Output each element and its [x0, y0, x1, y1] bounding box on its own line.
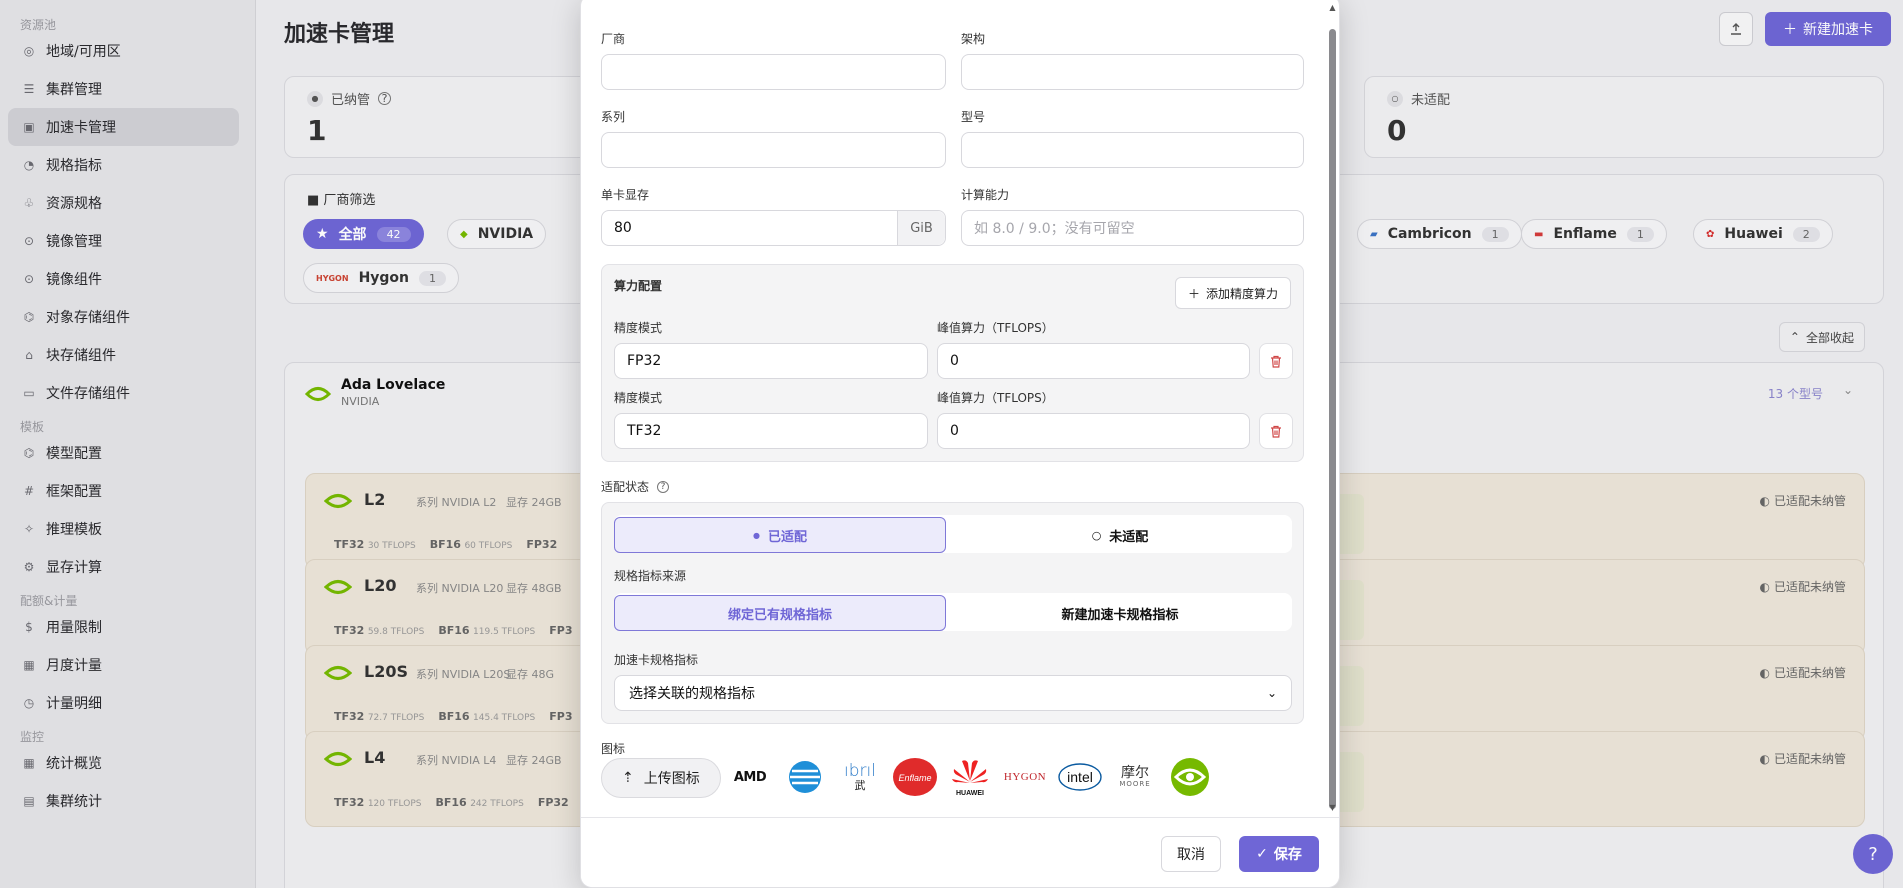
create-new-label: 新建加速卡规格指标 [1061, 607, 1179, 623]
peak-power-input[interactable]: 0 [937, 343, 1250, 379]
adapt-status-toggle: ● 已适配 ○ 未适配 [614, 515, 1292, 553]
adapted-option[interactable]: ● 已适配 [614, 517, 946, 553]
svg-text:Enflame: Enflame [898, 773, 931, 783]
peak-power-input[interactable]: 0 [937, 413, 1250, 449]
add-precision-button[interactable]: ＋ 添加精度算力 [1174, 277, 1291, 309]
amd-logo-option[interactable]: AMD [725, 756, 775, 798]
add-precision-label: 添加精度算力 [1205, 286, 1278, 301]
moore-logo-icon: 摩尔 [1121, 764, 1149, 781]
upload-label: 上传图标 [643, 771, 700, 787]
amd-logo-icon: AMD [733, 769, 767, 785]
memory-unit: GiB [897, 211, 945, 245]
precision-mode-value: FP32 [627, 353, 662, 369]
peak-power-value: 0 [950, 423, 959, 439]
precision-mode-label: 精度模式 [614, 321, 663, 335]
huawei-logo-icon: HUAWEI [952, 760, 988, 797]
spec-source-toggle: 绑定已有规格指标 新建加速卡规格指标 [614, 593, 1292, 631]
bind-existing-option[interactable]: 绑定已有规格指标 [614, 595, 946, 631]
compute-input[interactable]: 如 8.0 / 9.0；没有可留空 [961, 210, 1304, 246]
icon-label: 图标 [601, 742, 626, 756]
scroll-thumb[interactable] [1329, 29, 1336, 809]
model-label: 型号 [961, 110, 986, 124]
unadapted-label: 未适配 [1109, 529, 1149, 545]
help-circle-icon[interactable]: ? [657, 480, 670, 493]
svg-text:HUAWEI: HUAWEI [956, 790, 984, 797]
iluvatar-logo-icon: ıbrıl [844, 761, 876, 781]
enflame-logo-option[interactable]: Enflame [890, 756, 940, 798]
peak-power-label: 峰值算力（TFLOPS） [937, 391, 1054, 405]
memory-input[interactable]: 80 GiB [601, 210, 946, 246]
delete-precision-button[interactable] [1259, 343, 1293, 379]
precision-mode-label: 精度模式 [614, 391, 663, 405]
trash-icon [1271, 425, 1281, 438]
scroll-up-icon[interactable]: ▲ [1328, 3, 1337, 13]
create-new-option[interactable]: 新建加速卡规格指标 [954, 595, 1286, 631]
moore-logo-option[interactable]: 摩尔 MOORE [1110, 756, 1160, 798]
huawei-logo-option[interactable]: HUAWEI [945, 756, 995, 798]
modal-body: 厂商 架构 系列 型号 单卡显存 80 GiB 计算能力 如 8.0 / 9.0… [581, 0, 1327, 819]
adapted-label: 已适配 [767, 529, 807, 545]
trash-icon [1271, 355, 1281, 368]
spec-select-value: 选择关联的规格指标 [629, 686, 755, 702]
cancel-button[interactable]: 取消 [1161, 836, 1221, 872]
hygon-logo-option[interactable]: HYGON [1000, 756, 1050, 798]
bind-existing-label: 绑定已有规格指标 [727, 607, 832, 623]
spec-label: 加速卡规格指标 [614, 653, 699, 667]
modal-footer: 取消 ✓ 保存 [581, 817, 1339, 887]
scroll-down-icon[interactable]: ▼ [1328, 803, 1337, 813]
arch-input[interactable] [961, 54, 1304, 90]
plus-icon: ＋ [1187, 286, 1200, 301]
adapt-status-text: 适配状态 [601, 480, 650, 494]
unadapted-option[interactable]: ○ 未适配 [954, 517, 1286, 553]
new-card-modal: 厂商 架构 系列 型号 单卡显存 80 GiB 计算能力 如 8.0 / 9.0… [580, 0, 1340, 888]
spec-source-label: 规格指标来源 [614, 569, 687, 583]
compute-placeholder: 如 8.0 / 9.0；没有可留空 [974, 221, 1135, 237]
svg-text:intel: intel [1067, 769, 1093, 785]
iluvatar-char: 武 [854, 779, 866, 792]
memory-value: 80 [614, 220, 632, 236]
peak-power-label: 峰值算力（TFLOPS） [937, 321, 1054, 335]
vendor-input[interactable] [601, 54, 946, 90]
compute-label: 计算能力 [961, 188, 1010, 202]
cambricon-logo-icon [789, 761, 821, 793]
memory-label: 单卡显存 [601, 188, 650, 202]
power-config-panel: 算力配置 ＋ 添加精度算力 精度模式 FP32 峰值算力（TFLOPS） 0 精度… [601, 264, 1304, 462]
circle-icon: ○ [1091, 528, 1102, 542]
nvidia-logo-option[interactable] [1165, 756, 1215, 798]
precision-mode-value: TF32 [627, 423, 662, 439]
precision-mode-input[interactable]: TF32 [614, 413, 928, 449]
series-label: 系列 [601, 110, 626, 124]
dot-icon: ● [753, 530, 760, 540]
chevron-down-icon: ⌄ [1266, 686, 1277, 700]
arch-label: 架构 [961, 32, 986, 46]
moore-wordmark: MOORE [1119, 779, 1151, 788]
power-config-label: 算力配置 [614, 279, 663, 293]
delete-precision-button[interactable] [1259, 413, 1293, 449]
spec-select[interactable]: 选择关联的规格指标 ⌄ [614, 675, 1292, 711]
adapt-panel: ● 已适配 ○ 未适配 规格指标来源 绑定已有规格指标 新建加速卡规格指标 加速卡规… [601, 502, 1304, 724]
upload-icon: ⇡ [622, 770, 634, 786]
nvidia-logo-icon [1171, 758, 1209, 796]
modal-scrollbar[interactable]: ▲ ▼ [1328, 3, 1337, 813]
series-input[interactable] [601, 132, 946, 168]
peak-power-value: 0 [950, 353, 959, 369]
save-button[interactable]: ✓ 保存 [1239, 836, 1319, 872]
hygon-logo-icon: HYGON [1003, 771, 1047, 783]
upload-icon-button[interactable]: ⇡ 上传图标 [601, 758, 721, 798]
vendor-label: 厂商 [601, 32, 626, 46]
model-input[interactable] [961, 132, 1304, 168]
enflame-logo-icon: Enflame [893, 758, 937, 796]
adapt-status-label: 适配状态 ? [601, 478, 670, 495]
intel-logo-option[interactable]: intel [1055, 756, 1105, 798]
cambricon-logo-option[interactable] [780, 756, 830, 798]
save-label: 保存 [1273, 847, 1302, 863]
iluvatar-logo-option[interactable]: ıbrıl 武 [835, 756, 885, 798]
intel-logo-icon: intel [1058, 763, 1102, 791]
check-icon: ✓ [1256, 846, 1268, 862]
precision-mode-input[interactable]: FP32 [614, 343, 928, 379]
